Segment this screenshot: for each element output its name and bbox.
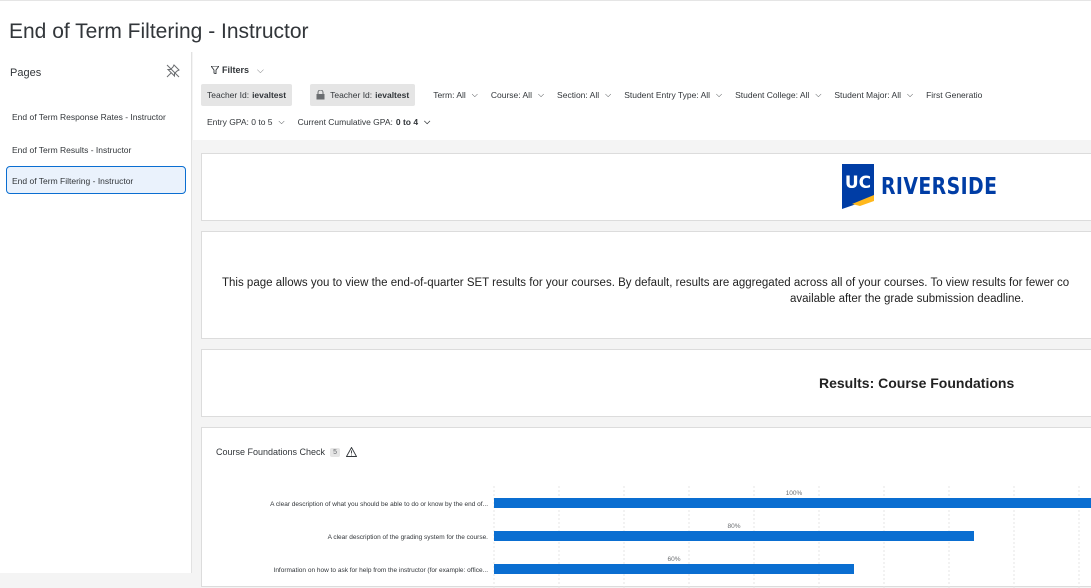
category-label: A clear description of what you should b… [270,501,488,508]
filter-current-cumulative-gpa[interactable]: Current Cumulative GPA: 0 to 4 ⌵ [298,117,431,127]
chevron-down-icon: ⌵ [815,90,822,99]
filter-label: Entry GPA: 0 to 5 [207,117,273,127]
chip-value: ievaltest [375,90,410,100]
filter-label: Course: All [490,90,532,100]
filter-first-generation[interactable]: First Generatio [926,90,982,100]
section-heading-card: Results: Course Foundations [201,349,1091,417]
filter-bar: Filters ⌵ Teacher Id: ievaltest Teacher Id… [193,52,1091,140]
chart-card: Course Foundations Check 5 A clear descr… [201,427,1091,588]
sidebar-item-filtering[interactable]: End of Term Filtering - Instructor [6,166,186,194]
chevron-down-icon: ⌵ [907,90,914,99]
filter-term[interactable]: Term: All ⌵ [433,90,478,100]
filter-label: First Generatio [926,90,983,100]
bar-chart: A clear description of what you should b… [270,486,1091,588]
bar[interactable] [494,531,974,541]
filter-section[interactable]: Section: All ⌵ [557,90,611,100]
filters-toggle[interactable]: Filters ⌵ [210,65,264,76]
chart-title: Course Foundations Check 5 [216,447,357,457]
filter-label: Student Entry Type: All [624,90,711,100]
filters-label: Filters [222,65,250,75]
chevron-down-icon: ⌵ [605,90,612,99]
chip-label: Teacher Id: [207,90,250,100]
filter-label: Student College: All [735,90,810,100]
filter-label: Student Major: All [834,90,902,100]
filter-row-2: Entry GPA: 0 to 5 ⌵ Current Cumulative GP… [207,117,443,127]
intro-line-2: available after the grade submission dea… [790,293,1024,305]
bar[interactable] [494,498,1091,508]
filter-label: Section: All [557,90,600,100]
data-label: 100% [786,490,803,497]
lock-icon [316,90,325,100]
filter-label: Term: All [433,90,466,100]
pages-label: Pages [10,67,42,79]
filter-student-major[interactable]: Student Major: All ⌵ [834,90,913,100]
filter-entry-gpa[interactable]: Entry GPA: 0 to 5 ⌵ [207,117,285,127]
filter-course[interactable]: Course: All ⌵ [491,90,544,100]
filter-icon [210,65,220,75]
section-heading: Results: Course Foundations [819,375,1015,391]
sidebar-item-response-rates[interactable]: End of Term Response Rates - Instructor [6,102,186,130]
chart-title-text: Course Foundations Check [216,447,326,457]
sidebar-item-results[interactable]: End of Term Results - Instructor [6,135,186,163]
chevron-down-icon: ⌵ [716,90,723,99]
category-label: A clear description of the grading syste… [328,534,489,541]
top-bar: End of Term Filtering - Instructor [0,0,1091,52]
warning-icon[interactable] [345,447,357,457]
filter-value: 0 to 4 [395,117,419,127]
unpin-icon[interactable] [166,64,180,78]
chevron-down-icon: ⌵ [257,65,264,75]
chip-value: ievaltest [252,90,287,100]
page-title: End of Term Filtering - Instructor [9,20,309,43]
logo-initials: UC [845,173,871,193]
chevron-down-icon: ⌵ [471,90,478,99]
logo-text: RIVERSIDE [881,173,998,200]
intro-line-1: This page allows you to view the end-of-… [222,277,1070,289]
filter-student-entry-type[interactable]: Student Entry Type: All ⌵ [624,90,722,100]
uc-riverside-logo: UC RIVERSIDE [842,164,1023,209]
data-label: 80% [727,523,740,530]
data-label: 60% [667,556,680,563]
chip-label: Teacher Id: [330,90,373,100]
pages-sidebar: Pages End of Term Response Rates - Instr… [0,52,192,573]
filter-student-college[interactable]: Student College: All ⌵ [735,90,821,100]
uc-shield-logo: UC [842,164,874,209]
chevron-down-icon: ⌵ [537,90,545,99]
count-badge: 5 [330,447,340,457]
logo-card: UC RIVERSIDE [201,153,1091,221]
filter-row-1: Teacher Id: ievaltest Teacher Id: ievaltes… [201,84,995,106]
chevron-down-icon: ⌵ [424,117,431,126]
filter-label: Current Cumulative GPA: [297,117,393,127]
intro-card: This page allows you to view the end-of-… [201,231,1091,339]
filter-chip-teacher-id[interactable]: Teacher Id: ievaltest [201,84,293,106]
chevron-down-icon: ⌵ [278,117,285,126]
filter-chip-teacher-id-locked[interactable]: Teacher Id: ievaltest [310,84,416,106]
